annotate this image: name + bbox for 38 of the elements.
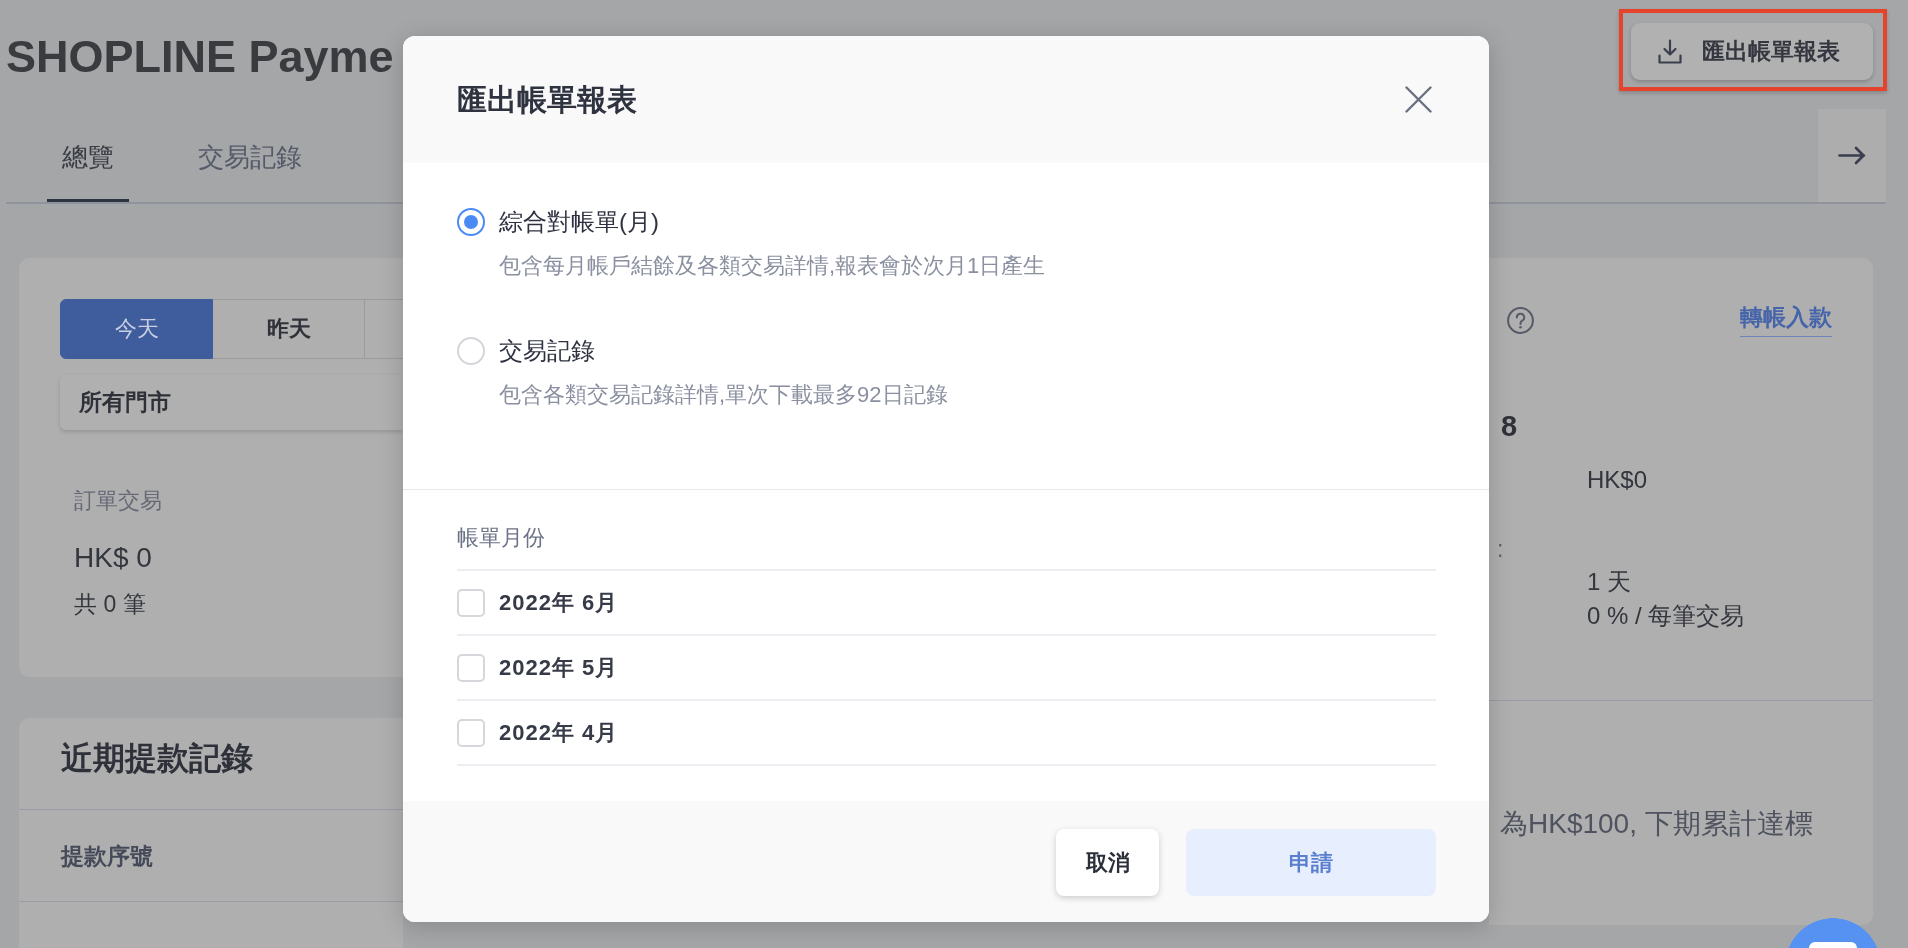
amount-text: HK$ 0 [74, 541, 152, 575]
field-value: 0 % / 每筆交易 [1587, 601, 1745, 631]
export-button[interactable]: 匯出帳單報表 [1631, 23, 1873, 80]
radio-button[interactable] [457, 208, 485, 236]
segment-button[interactable]: 今天 [60, 299, 213, 359]
field-value: HK$0 [1587, 465, 1648, 495]
checkbox[interactable] [457, 718, 485, 747]
field-label: : [1497, 535, 1504, 564]
segment-button[interactable]: 昨天 [213, 299, 365, 359]
month-label[interactable]: 2022年 5月 [499, 652, 619, 683]
option-label[interactable]: 綜合對帳單(月) [499, 208, 659, 236]
section-label: 帳單月份 [457, 524, 545, 552]
chat-icon [1809, 942, 1857, 948]
store-select[interactable]: 所有門市 [60, 375, 403, 430]
tab[interactable]: 總覽 [47, 139, 129, 202]
dialog-title: 匯出帳單報表 [457, 81, 637, 118]
balance-amount: 8 [1501, 409, 1518, 444]
metric-label: 訂單交易 [74, 487, 162, 515]
card-title: 近期提款記錄 [61, 738, 253, 778]
download-icon [1658, 39, 1682, 64]
month-label[interactable]: 2022年 4月 [499, 717, 619, 748]
checkbox[interactable] [457, 588, 485, 617]
cancel-button[interactable]: 取消 [1056, 829, 1159, 896]
help-icon[interactable] [1507, 306, 1534, 334]
column-header: 提款序號 [61, 841, 153, 871]
arrow-right-icon [1838, 146, 1866, 165]
option-description: 包含每月帳戶結餘及各類交易詳情,報表會於次月1日產生 [499, 252, 1046, 280]
checkbox[interactable] [457, 653, 485, 682]
month-label[interactable]: 2022年 6月 [499, 587, 619, 618]
count-text: 共 0 筆 [74, 590, 146, 619]
note-text: 為HK$100, 下期累計達標 [1500, 807, 1813, 841]
option-label[interactable]: 交易記錄 [499, 337, 595, 365]
field-value: 1 天 [1587, 567, 1631, 597]
segment-button[interactable] [365, 299, 403, 359]
close-icon[interactable] [1405, 86, 1432, 113]
option-description: 包含各類交易記錄詳情,單次下載最多92日記錄 [499, 381, 948, 409]
page-title: SHOPLINE Payme [6, 30, 394, 84]
next-button[interactable] [1818, 109, 1886, 202]
